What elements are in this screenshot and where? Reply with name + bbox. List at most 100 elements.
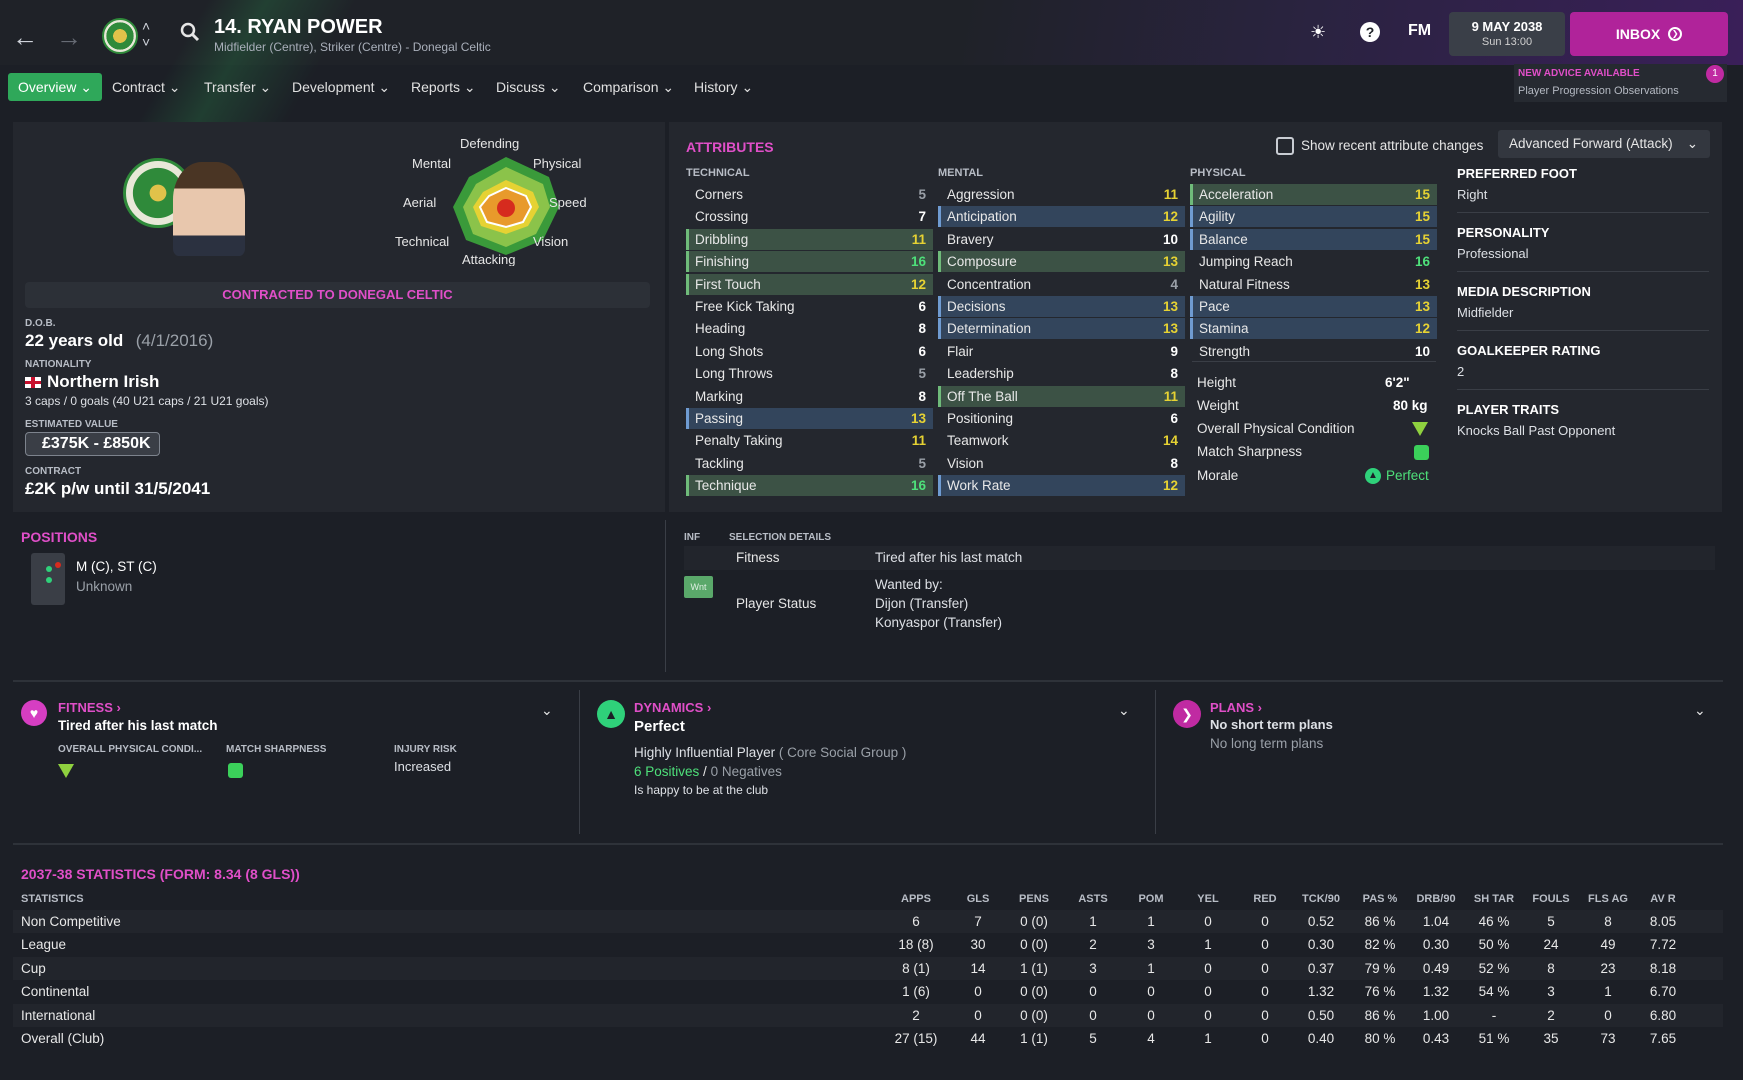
stats-col-drb-90[interactable]: DRB/90: [1406, 893, 1466, 905]
fitness-expand-chevron-icon[interactable]: ⌄: [541, 702, 553, 719]
fitness-title[interactable]: FITNESS ›: [58, 700, 121, 715]
stats-col-pas-[interactable]: PAS %: [1350, 893, 1410, 905]
table-row[interactable]: Non Competitive 6 7 0 (0) 1 1 0 0 0.52 86 % 1.04 46…: [13, 910, 1723, 933]
attribute-technique[interactable]: Technique 16: [686, 475, 933, 497]
table-row[interactable]: International 2 0 0 (0) 0 0 0 0 0.50 86 % 1.00 - 2 0 6…: [13, 1003, 1723, 1027]
stats-col-av-r[interactable]: AV R: [1633, 893, 1693, 905]
attribute-finishing[interactable]: Finishing 16: [686, 251, 933, 273]
opc-small-label: OVERALL PHYSICAL CONDI...: [58, 744, 203, 755]
wanted-club-1[interactable]: Dijon (Transfer): [875, 596, 968, 611]
negatives[interactable]: 0 Negatives: [711, 764, 782, 779]
table-row[interactable]: League 18 (8) 30 0 (0) 2 3 1 0 0.30 82 % 0.30 50 % 2…: [13, 933, 1723, 956]
search-icon[interactable]: [180, 22, 200, 42]
attribute-determination[interactable]: Determination 13: [938, 318, 1185, 340]
stats-col-fouls[interactable]: FOULS: [1521, 893, 1581, 905]
attribute-natural-fitness[interactable]: Natural Fitness 13: [1190, 274, 1437, 295]
help-icon[interactable]: ?: [1360, 22, 1380, 42]
menu-development[interactable]: Development ⌄: [282, 73, 400, 101]
stats-col-tck-90[interactable]: TCK/90: [1291, 893, 1351, 905]
table-cell: 5: [1089, 1031, 1097, 1046]
attribute-balance[interactable]: Balance 15: [1190, 228, 1437, 250]
date-display[interactable]: 9 MAY 2038 Sun 13:00: [1449, 12, 1565, 56]
attribute-passing[interactable]: Passing 13: [686, 408, 933, 429]
attribute-flair[interactable]: Flair 9: [938, 341, 1185, 362]
stats-col-statistics[interactable]: STATISTICS: [21, 893, 84, 905]
attribute-off-the-ball[interactable]: Off The Ball 11: [938, 385, 1185, 407]
fm-menu-button[interactable]: FM: [1408, 22, 1431, 40]
world-icon[interactable]: ☀: [1310, 22, 1326, 43]
table-row[interactable]: Continental 1 (6) 0 0 (0) 0 0 0 0 1.32 76 % 1.32 54…: [13, 980, 1723, 1003]
menu-reports[interactable]: Reports ⌄: [401, 73, 486, 101]
dynamics-title[interactable]: DYNAMICS ›: [634, 700, 711, 715]
attribute-crossing[interactable]: Crossing 7: [686, 206, 933, 227]
attribute-heading[interactable]: Heading 8: [686, 318, 933, 339]
attribute-pace[interactable]: Pace 13: [1190, 296, 1437, 317]
attribute-long-throws[interactable]: Long Throws 5: [686, 363, 933, 384]
player-switch-icon[interactable]: ˄ ˅: [142, 18, 150, 50]
attribute-vision[interactable]: Vision 8: [938, 453, 1185, 474]
attribute-teamwork[interactable]: Teamwork 14: [938, 430, 1185, 451]
forward-arrow-icon[interactable]: →: [56, 22, 82, 53]
stats-col-pens[interactable]: PENS: [1004, 893, 1064, 905]
attribute-dribbling[interactable]: Dribbling 11: [686, 228, 933, 250]
attribute-aggression[interactable]: Aggression 11: [938, 184, 1185, 205]
estimated-value[interactable]: £375K - £850K: [25, 432, 160, 456]
menu-contract[interactable]: Contract ⌄: [102, 73, 191, 101]
attribute-composure[interactable]: Composure 13: [938, 251, 1185, 273]
menu-discuss[interactable]: Discuss ⌄: [486, 73, 571, 101]
stats-col-apps[interactable]: APPS: [886, 893, 946, 905]
personality-value[interactable]: Professional: [1457, 246, 1709, 261]
attribute-concentration[interactable]: Concentration 4: [938, 274, 1185, 295]
gk-label: GOALKEEPER RATING: [1457, 343, 1601, 358]
plans-title[interactable]: PLANS ›: [1210, 700, 1262, 715]
attribute-bravery[interactable]: Bravery 10: [938, 229, 1185, 250]
nationality[interactable]: Northern Irish: [47, 372, 159, 392]
menu-history[interactable]: History ⌄: [684, 73, 763, 101]
inbox-button[interactable]: INBOX ❯: [1570, 12, 1728, 56]
positives[interactable]: 6 Positives: [634, 764, 699, 779]
role-select[interactable]: Advanced Forward (Attack) ⌄: [1498, 130, 1710, 158]
show-changes-checkbox[interactable]: [1276, 137, 1294, 155]
attribute-positioning[interactable]: Positioning 6: [938, 408, 1185, 429]
attribute-agility[interactable]: Agility 15: [1190, 206, 1437, 228]
attribute-value: 12: [1162, 209, 1178, 225]
stats-col-yel[interactable]: YEL: [1178, 893, 1238, 905]
club-badge-icon[interactable]: [102, 18, 138, 54]
stats-col-red[interactable]: RED: [1235, 893, 1295, 905]
attribute-work-rate[interactable]: Work Rate 12: [938, 475, 1185, 497]
attribute-tackling[interactable]: Tackling 5: [686, 453, 933, 474]
attribute-jumping-reach[interactable]: Jumping Reach 16: [1190, 251, 1437, 272]
stats-col-fls-ag[interactable]: FLS AG: [1578, 893, 1638, 905]
table-cell: 0: [1147, 984, 1155, 1000]
attribute-first-touch[interactable]: First Touch 12: [686, 273, 933, 295]
traits-value[interactable]: Knocks Ball Past Opponent: [1457, 423, 1709, 438]
dynamics-expand-chevron-icon[interactable]: ⌄: [1118, 702, 1130, 719]
stats-title[interactable]: 2037-38 STATISTICS (FORM: 8.34 (8 GLS)): [21, 866, 300, 882]
attribute-corners[interactable]: Corners 5: [686, 184, 933, 205]
attribute-strength[interactable]: Strength 10: [1190, 341, 1437, 362]
menu-comparison[interactable]: Comparison ⌄: [573, 73, 684, 101]
attribute-decisions[interactable]: Decisions 13: [938, 296, 1185, 317]
table-row[interactable]: Cup 8 (1) 14 1 (1) 3 1 0 0 0.37 79 % 0.49 52 % 8 23 8.…: [13, 956, 1723, 980]
stats-col-gls[interactable]: GLS: [948, 893, 1008, 905]
attribute-acceleration[interactable]: Acceleration 15: [1190, 184, 1437, 205]
attribute-anticipation[interactable]: Anticipation 12: [938, 206, 1185, 228]
table-row[interactable]: Overall (Club) 27 (15) 44 1 (1) 5 4 1 0 0.40 80 %…: [13, 1027, 1723, 1050]
attribute-stamina[interactable]: Stamina 12: [1190, 318, 1437, 340]
attribute-free-kick-taking[interactable]: Free Kick Taking 6: [686, 296, 933, 317]
attribute-penalty-taking[interactable]: Penalty Taking 11: [686, 430, 933, 451]
stats-col-sh-tar[interactable]: SH TAR: [1464, 893, 1524, 905]
advice-notification[interactable]: NEW ADVICE AVAILABLE Player Progression …: [1514, 64, 1727, 102]
menu-overview[interactable]: Overview ⌄: [8, 73, 102, 101]
menu-transfer[interactable]: Transfer ⌄: [194, 73, 281, 101]
player-subtitle[interactable]: Midfielder (Centre), Striker (Centre) - …: [214, 40, 491, 54]
table-cell: 3: [1089, 960, 1097, 976]
stats-col-pom[interactable]: POM: [1121, 893, 1181, 905]
wanted-club-2[interactable]: Konyaspor (Transfer): [875, 615, 1002, 630]
plans-expand-chevron-icon[interactable]: ⌄: [1694, 702, 1706, 719]
attribute-leadership[interactable]: Leadership 8: [938, 363, 1185, 384]
back-arrow-icon[interactable]: ←: [12, 22, 38, 53]
attribute-marking[interactable]: Marking 8: [686, 386, 933, 407]
attribute-long-shots[interactable]: Long Shots 6: [686, 341, 933, 362]
stats-col-asts[interactable]: ASTS: [1063, 893, 1123, 905]
